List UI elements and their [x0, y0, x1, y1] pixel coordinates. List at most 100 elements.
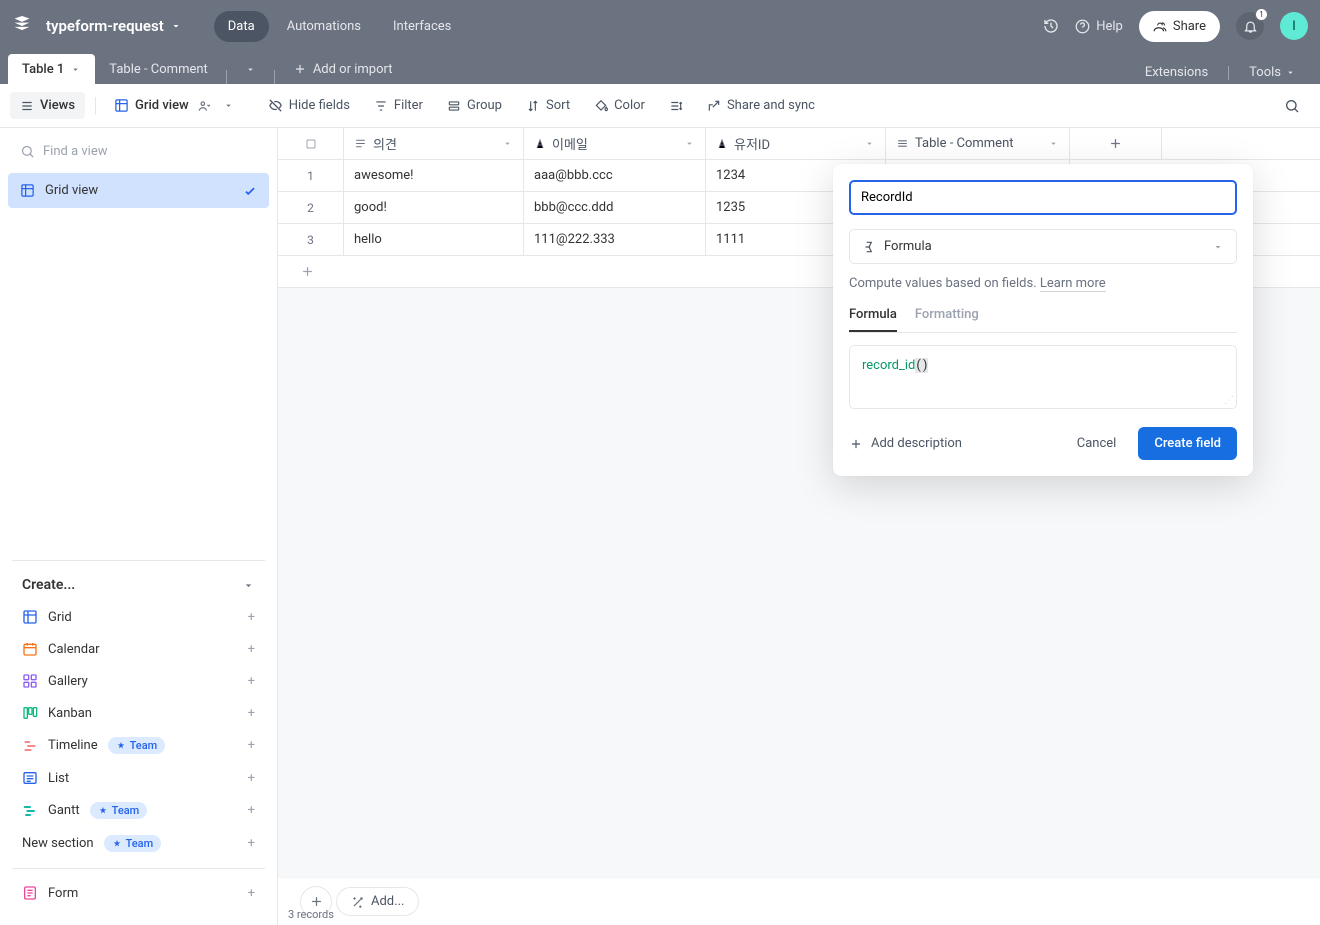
popover-tab-formatting[interactable]: Formatting: [915, 307, 979, 332]
chevron-down-icon[interactable]: [502, 138, 513, 149]
create-list[interactable]: List +: [12, 762, 265, 794]
column-header-table-comment[interactable]: Table - Comment: [886, 128, 1070, 159]
notification-badge: 1: [1255, 8, 1268, 21]
header-tab-data[interactable]: Data: [214, 11, 269, 42]
find-view-input[interactable]: Find a view: [8, 136, 269, 167]
plus-icon: [309, 894, 324, 909]
add-description-button[interactable]: Add description: [849, 436, 962, 451]
create-new-section[interactable]: New section Team +: [12, 827, 265, 860]
field-type-label: Formula: [884, 239, 932, 254]
color-button[interactable]: Color: [584, 92, 655, 119]
column-label: Table - Comment: [915, 136, 1014, 151]
cell-email[interactable]: aaa@bbb.ccc: [524, 160, 706, 191]
search-button[interactable]: [1274, 92, 1310, 120]
column-header-userid[interactable]: 유저ID: [706, 128, 886, 159]
column-header-email[interactable]: 이메일: [524, 128, 706, 159]
column-header-opinion[interactable]: 의견: [344, 128, 524, 159]
create-timeline[interactable]: Timeline Team +: [12, 729, 265, 762]
create-section-toggle[interactable]: Create...: [12, 560, 265, 601]
popover-tab-formula[interactable]: Formula: [849, 307, 897, 332]
table-tab-1[interactable]: Table 1: [8, 54, 95, 84]
header-tab-interfaces[interactable]: Interfaces: [379, 11, 465, 42]
create-kanban[interactable]: Kanban +: [12, 697, 265, 729]
field-name-input[interactable]: [849, 180, 1237, 215]
chevron-down-icon: [1212, 241, 1224, 253]
check-icon: [243, 184, 257, 198]
views-sidebar: Find a view Grid view Create... Grid + C…: [0, 128, 278, 925]
view-toolbar: Views Grid view Hide fields Filter Group…: [0, 84, 1320, 128]
share-button[interactable]: Share: [1139, 11, 1220, 42]
plus-icon: +: [248, 836, 255, 851]
chevron-down-icon: [245, 64, 256, 75]
add-column-button[interactable]: [1070, 128, 1162, 159]
header-tab-automations[interactable]: Automations: [273, 11, 375, 42]
formula-editor[interactable]: record_id() ⋰: [849, 345, 1237, 409]
group-button[interactable]: Group: [437, 92, 512, 119]
tools-label: Tools: [1249, 65, 1281, 80]
column-label: 이메일: [552, 134, 588, 153]
create-form[interactable]: Form +: [12, 877, 265, 909]
create-calendar[interactable]: Calendar +: [12, 633, 265, 665]
notifications-button[interactable]: 1: [1236, 12, 1264, 40]
cell-opinion[interactable]: hello: [344, 224, 524, 255]
share-sync-button[interactable]: Share and sync: [697, 92, 825, 119]
table-tab-dropdown[interactable]: [231, 54, 270, 84]
history-icon[interactable]: [1043, 18, 1059, 34]
create-field-button[interactable]: Create field: [1138, 427, 1237, 460]
resize-handle-icon[interactable]: ⋰: [1224, 395, 1234, 406]
sidebar-view-grid[interactable]: Grid view: [8, 173, 269, 208]
grid-icon: [22, 609, 38, 625]
share-icon: [707, 99, 721, 113]
create-calendar-label: Calendar: [48, 642, 100, 657]
cancel-button[interactable]: Cancel: [1065, 428, 1129, 459]
create-gantt[interactable]: Gantt Team +: [12, 794, 265, 827]
add-import-button[interactable]: Add or import: [279, 54, 407, 84]
cell-email[interactable]: 111@222.333: [524, 224, 706, 255]
plus-icon: +: [248, 803, 255, 818]
cell-opinion[interactable]: awesome!: [344, 160, 524, 191]
sort-icon: [526, 99, 540, 113]
group-icon: [447, 99, 461, 113]
grid-header-row: 의견 이메일 유저ID Table - Comment: [278, 128, 1320, 160]
app-logo-icon: [12, 16, 32, 36]
formula-icon: [862, 240, 876, 254]
learn-more-link[interactable]: Learn more: [1040, 276, 1106, 292]
text-type-icon: [534, 138, 546, 150]
chevron-down-icon[interactable]: [1048, 138, 1059, 149]
plus-icon: [1108, 136, 1123, 151]
help-button[interactable]: Help: [1075, 19, 1123, 34]
hide-fields-button[interactable]: Hide fields: [258, 92, 360, 119]
divider: [1228, 66, 1229, 80]
user-avatar[interactable]: I: [1280, 12, 1308, 40]
row-height-button[interactable]: [659, 93, 693, 119]
select-all-checkbox[interactable]: [278, 128, 344, 159]
chevron-down-icon[interactable]: [684, 138, 695, 149]
field-type-select[interactable]: Formula: [849, 229, 1237, 264]
current-view-button[interactable]: Grid view: [106, 92, 242, 119]
search-icon: [1284, 98, 1300, 114]
divider: [226, 70, 227, 84]
create-label: Create...: [22, 577, 75, 593]
plus-icon: [293, 62, 307, 76]
table-tab-comment[interactable]: Table - Comment: [95, 54, 222, 84]
filter-button[interactable]: Filter: [364, 92, 433, 119]
divider: [95, 97, 96, 115]
tools-button[interactable]: Tools: [1241, 61, 1304, 84]
views-toggle-button[interactable]: Views: [10, 92, 85, 119]
filter-icon: [374, 99, 388, 113]
cell-email[interactable]: bbb@ccc.ddd: [524, 192, 706, 223]
chevron-down-icon[interactable]: [864, 138, 875, 149]
cell-opinion[interactable]: good!: [344, 192, 524, 223]
plus-icon: +: [248, 886, 255, 901]
extensions-button[interactable]: Extensions: [1137, 61, 1216, 84]
grid-icon: [20, 183, 35, 198]
create-grid[interactable]: Grid +: [12, 601, 265, 633]
formula-function-name: record_id: [862, 358, 915, 373]
sort-button[interactable]: Sort: [516, 92, 580, 119]
workspace-name-dropdown[interactable]: typeform-request: [46, 17, 182, 35]
row-number: 2: [278, 192, 344, 223]
column-label: 유저ID: [734, 134, 770, 153]
create-form-label: Form: [48, 886, 78, 901]
create-gallery[interactable]: Gallery +: [12, 665, 265, 697]
footer-add-menu-button[interactable]: Add...: [336, 887, 419, 916]
